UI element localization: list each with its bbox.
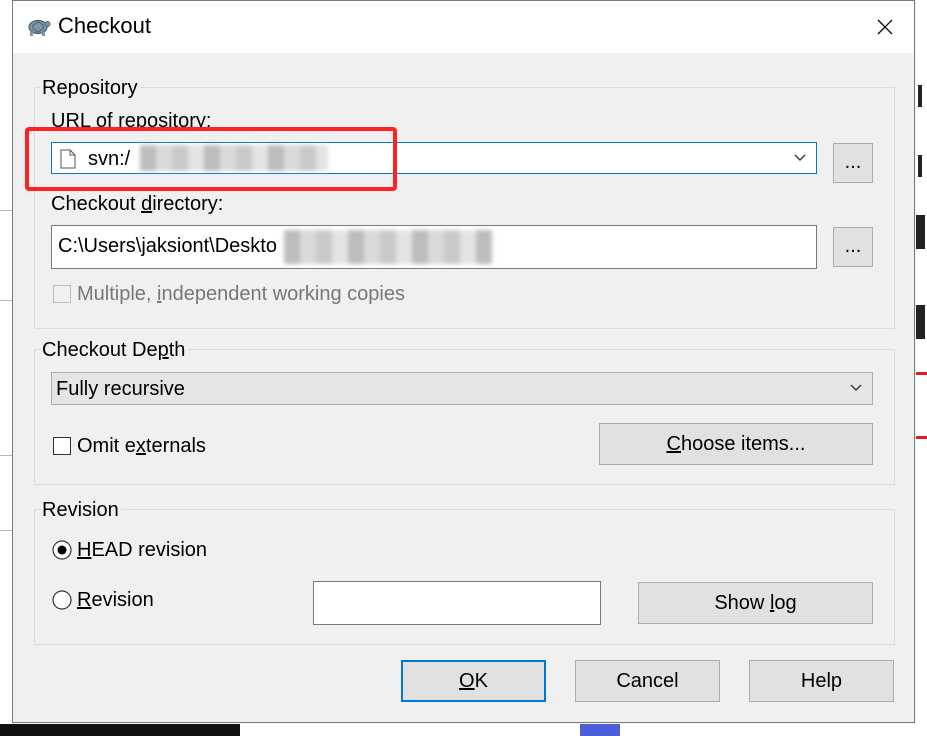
checkout-depth-select[interactable]: Fully recursive	[51, 372, 873, 405]
window-title: Checkout	[58, 13, 151, 38]
omit-externals-checkbox[interactable]	[53, 437, 71, 455]
background-window-right	[916, 0, 927, 736]
checkout-directory-label: Checkout directory:	[51, 193, 224, 215]
redacted-url	[140, 145, 328, 171]
background-window-bottom	[0, 724, 927, 736]
revision-radio[interactable]	[52, 590, 72, 610]
show-log-button[interactable]: Show log	[638, 582, 873, 624]
revision-label: Revision	[77, 589, 154, 611]
title-bar: Checkout	[13, 1, 914, 53]
chevron-down-icon	[794, 154, 806, 161]
checkout-directory-value: C:\Users\jaksiont\Deskto	[58, 235, 277, 257]
choose-items-button[interactable]: Choose items...	[599, 423, 873, 465]
checkout-depth-group-label: Checkout Depth	[40, 339, 188, 362]
omit-externals-label: Omit externals	[77, 435, 206, 457]
redacted-directory	[284, 230, 492, 264]
head-revision-label: HEAD revision	[77, 539, 208, 561]
background-window-left	[0, 0, 12, 736]
multiple-copies-checkbox[interactable]	[53, 285, 71, 303]
revision-group-label: Revision	[40, 499, 121, 522]
url-browse-button[interactable]: ...	[833, 143, 873, 183]
revision-number-field[interactable]	[313, 581, 601, 625]
document-icon	[60, 149, 76, 169]
checkout-depth-value: Fully recursive	[56, 378, 185, 400]
multiple-copies-label: Multiple, independent working copies	[77, 283, 405, 305]
repository-group-label: Repository	[40, 77, 140, 100]
close-icon	[877, 19, 893, 35]
directory-browse-button[interactable]: ...	[833, 227, 873, 267]
url-combo[interactable]: svn:/	[51, 142, 817, 174]
checkout-dialog: Checkout Repository URL of repository: s…	[12, 0, 915, 723]
head-revision-radio[interactable]	[52, 540, 72, 560]
help-button[interactable]: Help	[749, 660, 894, 702]
tortoise-svn-icon	[28, 19, 51, 36]
chevron-down-icon	[850, 384, 862, 391]
url-value: svn:/	[88, 148, 131, 170]
close-button[interactable]	[865, 9, 905, 45]
ok-button[interactable]: OK	[401, 660, 546, 702]
checkout-directory-field[interactable]: C:\Users\jaksiont\Deskto	[51, 225, 817, 269]
cancel-button[interactable]: Cancel	[575, 660, 720, 702]
url-label: URL of repository:	[51, 110, 212, 132]
